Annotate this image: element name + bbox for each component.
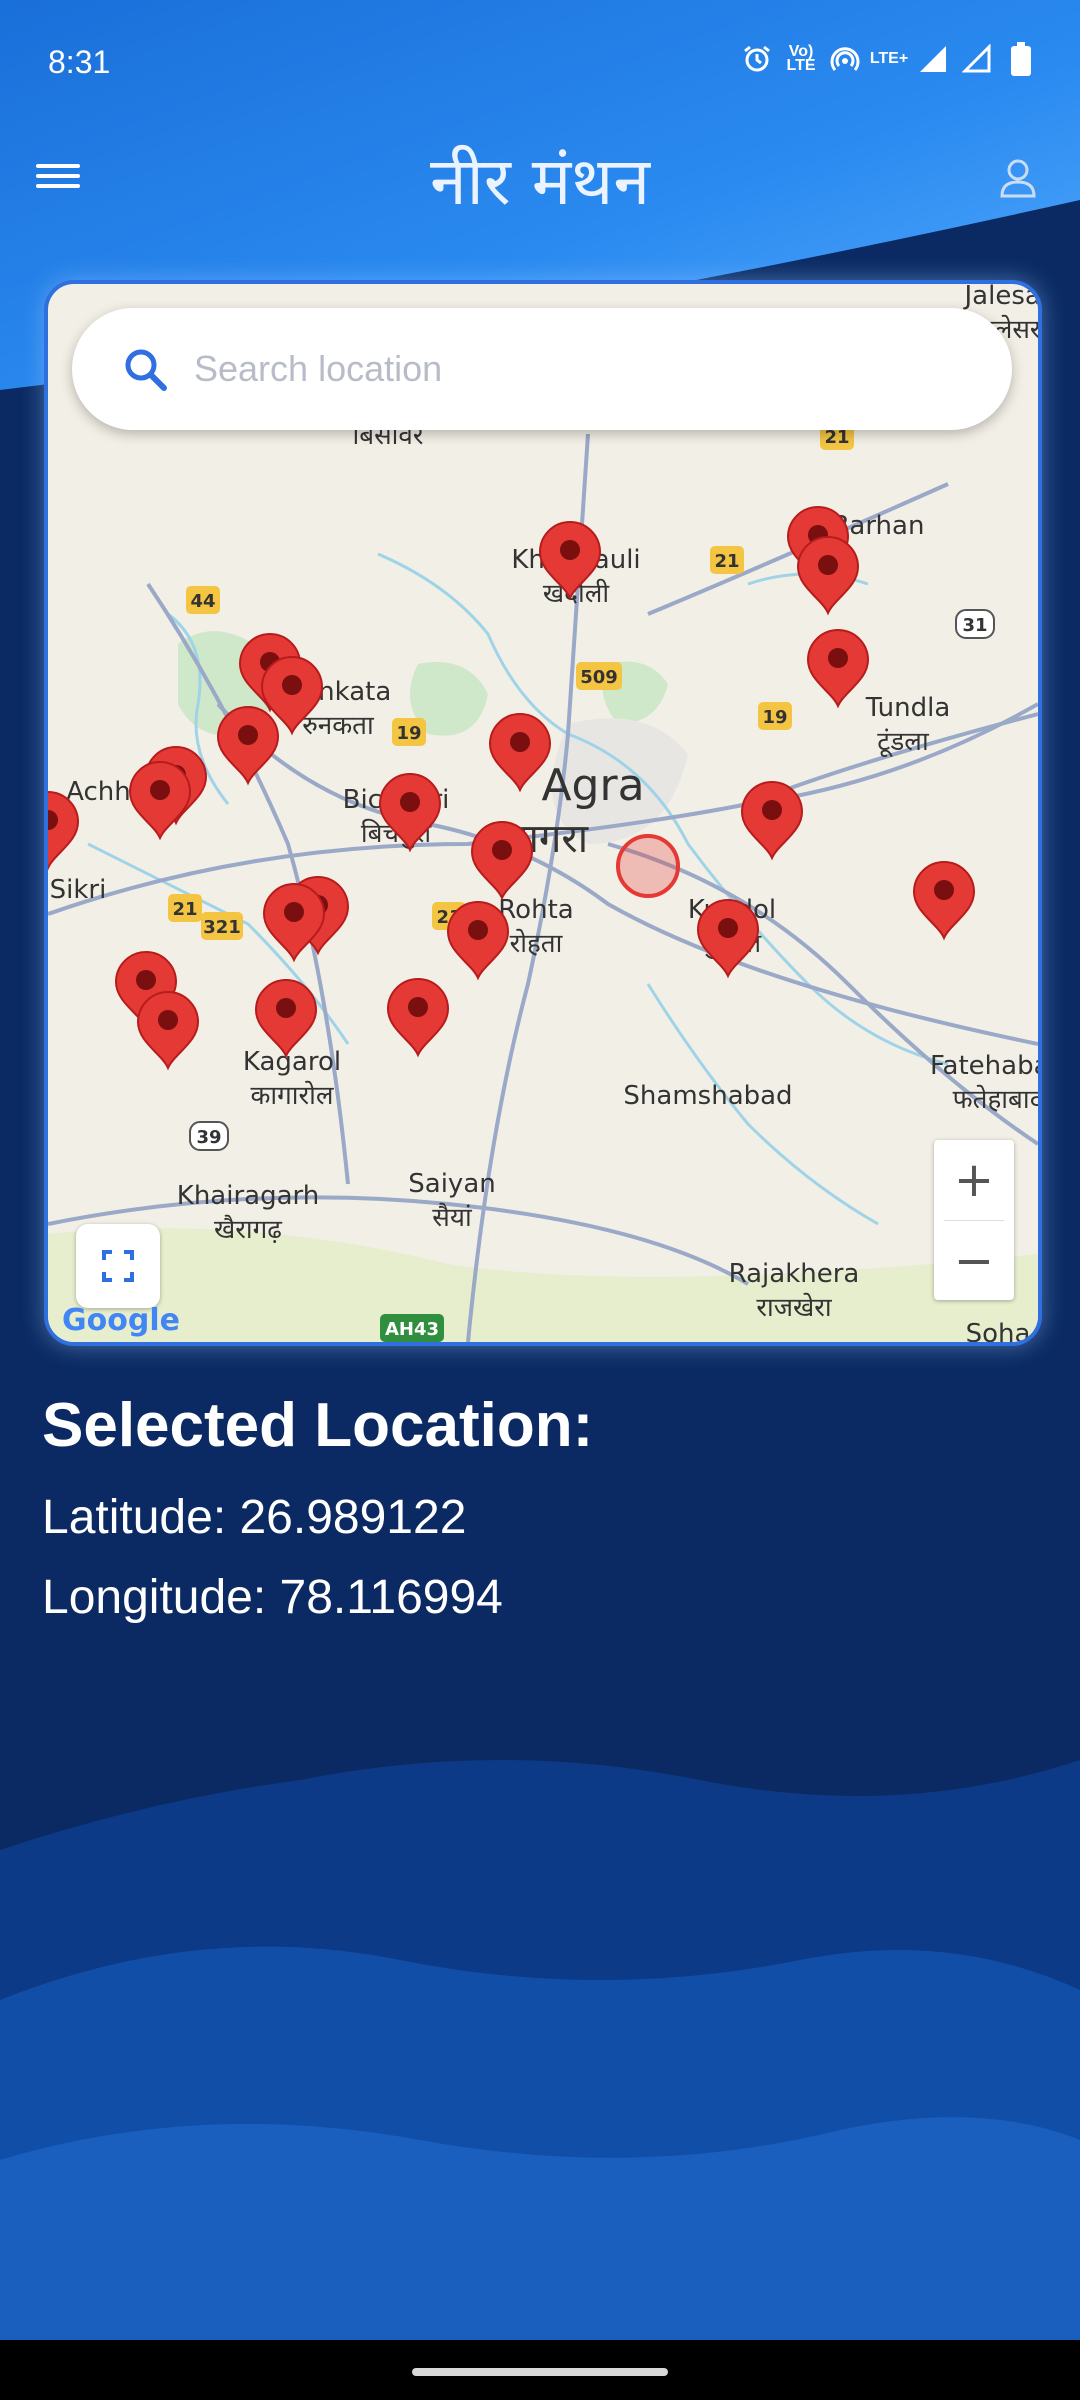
- hotspot-icon: [830, 44, 860, 74]
- zoom-in-button[interactable]: +: [934, 1140, 1014, 1220]
- svg-text:Rajakhera: Rajakhera: [729, 1259, 860, 1289]
- map-pin-icon[interactable]: [128, 761, 192, 841]
- status-bar: 8:31 Vo) LTE LTE+: [0, 0, 1080, 110]
- alarm-icon: [742, 44, 772, 74]
- selected-location-marker[interactable]: [616, 834, 680, 898]
- map-pin-icon[interactable]: [806, 629, 870, 709]
- svg-text:509: 509: [580, 667, 618, 688]
- status-icons: Vo) LTE LTE+: [742, 42, 1036, 76]
- svg-text:19: 19: [396, 723, 421, 744]
- svg-text:39: 39: [196, 1127, 221, 1148]
- decorative-waves: [0, 1760, 1080, 2350]
- svg-text:Sikri: Sikri: [50, 875, 107, 905]
- svg-text:Tundla: Tundla: [865, 693, 951, 723]
- map-canvas[interactable]: 44 509 21 21 19 19 31 21 321 44 21 39 AH…: [48, 284, 1038, 1342]
- place-label-agra: Agra: [541, 760, 644, 811]
- svg-text:रोहता: रोहता: [510, 928, 564, 959]
- map-pin-icon[interactable]: [796, 536, 860, 616]
- svg-text:राजखेरा: राजखेरा: [756, 1292, 833, 1323]
- selected-location-heading: Selected Location:: [42, 1391, 594, 1460]
- latitude-text: Latitude: 26.989122: [42, 1491, 467, 1544]
- volte-icon: Vo) LTE: [786, 43, 816, 74]
- battery-icon: [1006, 42, 1036, 76]
- svg-text:321: 321: [203, 917, 241, 938]
- svg-text:Khairagarh: Khairagarh: [177, 1181, 319, 1211]
- svg-text:AH43: AH43: [385, 1319, 439, 1340]
- signal-icon: [918, 44, 948, 74]
- svg-text:Kagarol: Kagarol: [243, 1047, 341, 1077]
- map-pin-icon[interactable]: [740, 781, 804, 861]
- svg-text:19: 19: [762, 707, 787, 728]
- svg-text:कागारोल: कागारोल: [250, 1080, 333, 1111]
- svg-text:Jalesar: Jalesar: [963, 284, 1039, 311]
- longitude-text: Longitude: 78.116994: [42, 1571, 503, 1624]
- map-pin-icon[interactable]: [136, 991, 200, 1071]
- zoom-out-button[interactable]: −: [934, 1221, 1014, 1301]
- home-gesture-handle[interactable]: [412, 2368, 668, 2376]
- svg-text:21: 21: [714, 551, 739, 572]
- search-icon: [125, 349, 167, 391]
- map-view[interactable]: 44 509 21 21 19 19 31 21 321 44 21 39 AH…: [44, 280, 1042, 1346]
- status-time: 8:31: [48, 44, 111, 80]
- search-bar[interactable]: [72, 308, 1012, 430]
- google-logo: Google: [62, 1303, 180, 1338]
- svg-text:44: 44: [190, 591, 215, 612]
- svg-text:खैरागढ़: खैरागढ़: [214, 1214, 282, 1245]
- person-icon[interactable]: [994, 154, 1042, 202]
- map-pin-icon[interactable]: [386, 978, 450, 1058]
- svg-text:Soha: Soha: [966, 1319, 1031, 1342]
- svg-text:Rohta: Rohta: [498, 895, 573, 925]
- app-bar: नीर मंथन: [0, 110, 1080, 240]
- svg-text:टूंडला: टूंडला: [877, 727, 930, 758]
- map-pin-icon[interactable]: [446, 901, 510, 981]
- svg-text:21: 21: [824, 427, 849, 448]
- map-pin-icon[interactable]: [254, 979, 318, 1059]
- svg-text:Shamshabad: Shamshabad: [623, 1081, 792, 1111]
- svg-text:21: 21: [172, 899, 197, 920]
- zoom-controls: + −: [934, 1140, 1014, 1300]
- svg-text:31: 31: [962, 615, 987, 636]
- signal-outline-icon: [962, 44, 992, 74]
- svg-text:Saiyan: Saiyan: [408, 1169, 495, 1199]
- svg-text:Fatehabad: Fatehabad: [930, 1051, 1038, 1081]
- lte-plus-icon: LTE+: [869, 50, 909, 67]
- svg-text:फतेहाबाद: फतेहाबाद: [953, 1084, 1038, 1115]
- map-pin-icon[interactable]: [912, 861, 976, 941]
- map-pin-icon[interactable]: [470, 821, 534, 901]
- map-place-labels: Agra आगरा Khandauli खंदौली Tundla टूंडला…: [50, 284, 1038, 1342]
- fullscreen-icon: [102, 1250, 134, 1282]
- navigation-bar: [0, 2340, 1080, 2400]
- svg-text:सैयां: सैयां: [432, 1202, 473, 1233]
- search-input[interactable]: [192, 338, 976, 400]
- svg-text:रुनकता: रुनकता: [302, 711, 375, 741]
- app-title: नीर मंथन: [430, 143, 650, 220]
- svg-text:Google: Google: [62, 1303, 180, 1338]
- fullscreen-button[interactable]: [76, 1224, 160, 1308]
- map-pin-icon[interactable]: [216, 706, 280, 786]
